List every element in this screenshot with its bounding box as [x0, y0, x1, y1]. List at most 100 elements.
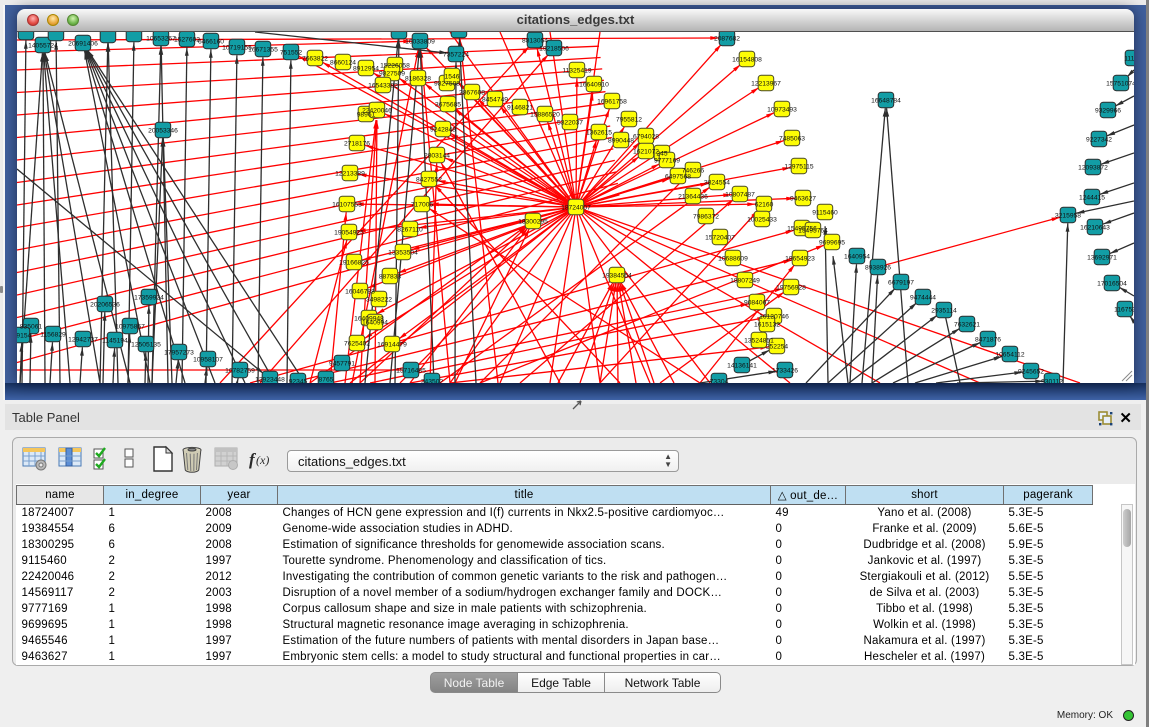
svg-text:245: 245: [656, 151, 667, 158]
svg-text:8813054: 8813054: [522, 38, 548, 45]
svg-text:19218506: 19218506: [539, 46, 569, 53]
svg-text:7357224: 7357224: [443, 52, 469, 59]
svg-text:12942737: 12942737: [68, 337, 98, 344]
svg-text:11174: 11174: [1124, 56, 1134, 63]
svg-text:8471876: 8471876: [975, 337, 1001, 344]
svg-text:16648784: 16648784: [871, 98, 901, 105]
svg-text:9827508: 9827508: [434, 81, 460, 88]
svg-text:2803144: 2803144: [424, 153, 450, 160]
svg-text:751552: 751552: [280, 50, 303, 57]
svg-text:16671355: 16671355: [248, 47, 278, 54]
svg-text:2718176: 2718176: [344, 141, 370, 148]
svg-text:887833: 887833: [379, 274, 402, 281]
svg-text:9463627: 9463627: [790, 196, 816, 203]
svg-text:8938926: 8938926: [865, 265, 891, 272]
svg-text:8267110: 8267110: [397, 227, 423, 234]
svg-text:7632621: 7632621: [954, 322, 980, 329]
svg-text:6466160: 6466160: [198, 39, 224, 46]
svg-text:3824554: 3824554: [704, 180, 730, 187]
svg-text:10975867: 10975867: [115, 324, 145, 331]
svg-text:252254: 252254: [766, 344, 789, 351]
svg-text:16107553: 16107553: [332, 202, 362, 209]
svg-text:39154: 39154: [17, 333, 32, 340]
svg-text:16210643: 16210643: [1080, 225, 1110, 232]
svg-text:18724007: 18724007: [561, 205, 591, 212]
svg-text:15226058: 15226058: [380, 63, 410, 70]
svg-text:12213389: 12213389: [335, 171, 365, 178]
svg-text:835061: 835061: [20, 324, 43, 331]
svg-text:6679197: 6679197: [888, 280, 914, 287]
svg-text:1621072: 1621072: [633, 149, 659, 156]
svg-text:1527602: 1527602: [174, 37, 200, 44]
svg-text:16961758: 16961758: [597, 99, 627, 106]
svg-text:18807249: 18807249: [730, 278, 760, 285]
svg-text:1733426: 1733426: [772, 368, 798, 375]
svg-text:6794028: 6794028: [633, 134, 659, 141]
svg-text:62160: 62160: [755, 202, 774, 209]
svg-text:7955812: 7955812: [616, 117, 642, 124]
svg-text:9084067: 9084067: [744, 300, 770, 307]
svg-text:6497568: 6497568: [665, 174, 691, 181]
svg-text:1362615: 1362615: [586, 130, 612, 137]
svg-text:19166825: 19166825: [339, 260, 369, 267]
svg-text:10654112: 10654112: [995, 352, 1025, 359]
svg-text:17016504: 17016504: [1097, 281, 1127, 288]
svg-text:19054925: 19054925: [334, 230, 364, 237]
svg-text:7485063: 7485063: [779, 136, 805, 143]
svg-text:3215958: 3215958: [1055, 213, 1081, 220]
svg-text:8990448: 8990448: [608, 138, 634, 145]
svg-text:15495764: 15495764: [798, 228, 828, 235]
svg-text:10958107: 10958107: [193, 357, 223, 364]
svg-text:16120746: 16120746: [759, 314, 789, 321]
svg-text:930112: 930112: [1041, 379, 1063, 384]
svg-text:20206536: 20206536: [90, 302, 120, 309]
svg-text:92345: 92345: [289, 379, 308, 384]
svg-text:9457791: 9457791: [329, 361, 355, 368]
svg-text:10025433: 10025433: [747, 217, 777, 224]
svg-text:9242848: 9242848: [430, 127, 456, 134]
svg-text:16033809: 16033809: [405, 39, 435, 46]
svg-text:13353504: 13353504: [388, 250, 418, 257]
svg-text:19384554: 19384554: [602, 273, 632, 280]
svg-text:1640954: 1640954: [844, 254, 870, 261]
svg-text:7986372: 7986372: [693, 214, 719, 221]
svg-text:9115460: 9115460: [812, 210, 838, 217]
svg-text:3498222: 3498222: [366, 297, 392, 304]
svg-text:9146821: 9146821: [507, 105, 533, 112]
svg-text:17957273: 17957273: [164, 350, 194, 357]
svg-text:9777169: 9777169: [654, 158, 680, 165]
svg-text:16154808: 16154808: [732, 57, 762, 64]
svg-text:5322037: 5322037: [557, 120, 583, 127]
svg-text:10807487: 10807487: [725, 192, 755, 199]
svg-text:2935114: 2935114: [931, 308, 957, 315]
svg-text:1546: 1546: [445, 74, 460, 81]
svg-text:9227342: 9227342: [1086, 137, 1112, 144]
svg-text:717006: 717006: [411, 202, 434, 209]
svg-text:9827509: 9827509: [379, 71, 405, 78]
svg-text:1615132: 1615132: [754, 322, 780, 329]
svg-text:10653267: 10653267: [146, 36, 176, 43]
svg-text:10688609: 10688609: [718, 256, 748, 263]
svg-text:15886520: 15886520: [530, 112, 560, 119]
svg-text:8186328: 8186328: [405, 76, 431, 83]
svg-text:20691406: 20691406: [68, 41, 98, 48]
svg-text:12975115: 12975115: [784, 164, 814, 171]
svg-text:2087682: 2087682: [714, 36, 740, 43]
svg-text:7625402: 7625402: [344, 341, 370, 348]
svg-text:(x): (x): [256, 453, 269, 467]
svg-text:8912954: 8912954: [353, 66, 379, 73]
svg-text:15716485: 15716485: [396, 368, 426, 375]
svg-text:1145194: 1145194: [102, 338, 128, 345]
svg-text:22420046: 22420046: [362, 108, 392, 115]
svg-text:12505135: 12505135: [131, 342, 161, 349]
svg-text:9245652: 9245652: [1018, 369, 1044, 376]
svg-text:73304: 73304: [710, 379, 729, 384]
svg-text:2867608: 2867608: [459, 90, 485, 97]
svg-text:9474444: 9474444: [910, 295, 936, 302]
svg-text:15720407: 15720407: [705, 235, 735, 242]
svg-text:243502: 243502: [421, 379, 444, 384]
svg-text:14055724: 14055724: [28, 43, 58, 50]
svg-text:15751074: 15751074: [1106, 81, 1134, 88]
svg-text:19756928: 19756928: [776, 285, 806, 292]
svg-text:21364436: 21364436: [678, 194, 708, 201]
